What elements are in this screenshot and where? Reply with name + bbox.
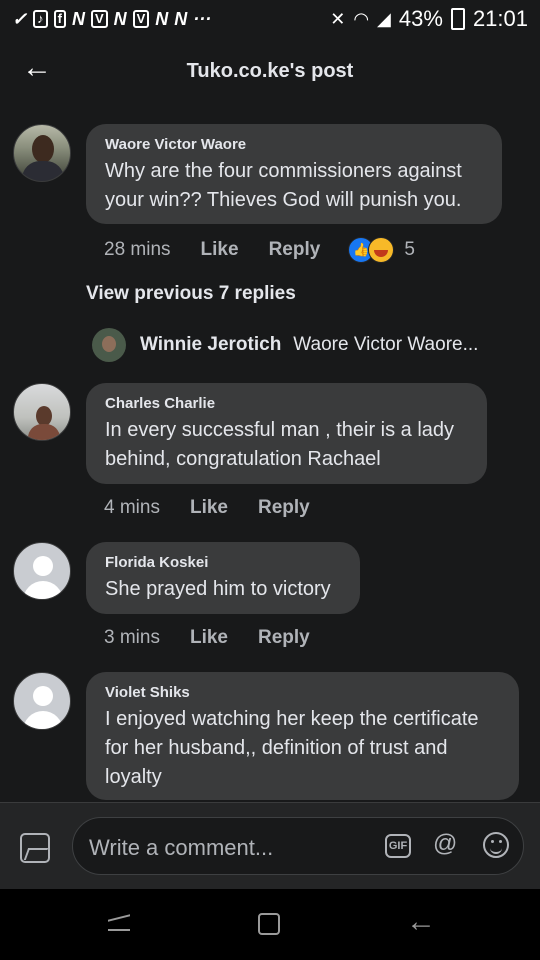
avatar-head: [33, 686, 53, 706]
reply-text: Waore Victor Waore...: [293, 334, 479, 355]
header: ← Tuko.co.ke's post: [0, 48, 540, 94]
avatar-face: [32, 135, 54, 163]
comment-author[interactable]: Charles Charlie: [105, 395, 467, 412]
avatar[interactable]: [13, 383, 71, 441]
more-icon: ···: [193, 8, 212, 29]
avatar[interactable]: [13, 672, 71, 730]
reply-author: Winnie Jerotich: [140, 334, 282, 355]
comment-text: In every successful man , their is a lad…: [105, 419, 455, 470]
comment-composer: Write a comment... GIF @: [0, 803, 540, 889]
comment-time: 4 mins: [104, 497, 160, 518]
mention-icon[interactable]: @: [433, 830, 457, 858]
mute-icon: ✕: [330, 8, 346, 29]
comment-author[interactable]: Florida Koskei: [105, 554, 340, 571]
reply-button[interactable]: Reply: [269, 239, 321, 261]
like-button[interactable]: Like: [190, 627, 228, 649]
system-nav-bar: ←: [0, 889, 540, 960]
avatar-shoulders: [23, 581, 63, 599]
battery-icon: [450, 8, 465, 30]
reply-button[interactable]: Reply: [258, 627, 310, 649]
n-icon: N: [174, 8, 188, 29]
clock: 21:01: [472, 6, 528, 31]
home-icon[interactable]: [258, 913, 280, 935]
wifi-icon: ◠: [353, 8, 370, 29]
back-icon[interactable]: ←: [406, 905, 436, 939]
comment-author[interactable]: Waore Victor Waore: [105, 136, 482, 153]
comment-input[interactable]: Write a comment... GIF @: [72, 817, 524, 875]
comment-time: 3 mins: [104, 627, 160, 648]
emoji-icon[interactable]: [483, 832, 509, 858]
reaction-count: 5: [404, 239, 415, 260]
comment-meta: 3 mins Like Reply: [104, 627, 340, 649]
facebook-icon: f: [53, 10, 66, 28]
recent-apps-icon[interactable]: [108, 915, 132, 935]
reply-preview[interactable]: Winnie Jerotich Waore Victor Waore...: [92, 328, 478, 362]
avatar-head: [33, 556, 53, 576]
n-icon: N: [113, 8, 127, 29]
comment-time: 28 mins: [104, 239, 171, 260]
comment-bubble[interactable]: Violet Shiks I enjoyed watching her keep…: [86, 672, 519, 800]
n-icon: N: [155, 8, 169, 29]
check-icon: ✓: [12, 8, 28, 29]
comment-author[interactable]: Violet Shiks: [105, 684, 499, 701]
comment-bubble[interactable]: Florida Koskei She prayed him to victory: [86, 542, 360, 614]
photo-icon[interactable]: [20, 833, 50, 863]
comment-meta: 28 mins Like Reply 👍 5: [104, 237, 415, 263]
signal-icon: ◢: [377, 8, 391, 29]
like-button[interactable]: Like: [201, 239, 239, 261]
avatar: [92, 328, 126, 362]
status-bar: ✓ ♪ f N V N V N N ··· ✕ ◠ ◢ 43% 21:01: [0, 0, 540, 38]
haha-reaction-icon: [368, 237, 395, 263]
comment-bubble[interactable]: Charles Charlie In every successful man …: [86, 383, 487, 484]
avatar-shoulders: [23, 711, 63, 729]
battery-percent: 43%: [398, 6, 443, 31]
comment-text: I enjoyed watching her keep the certific…: [105, 708, 479, 788]
comment-meta: 4 mins Like Reply: [104, 497, 340, 519]
comment-text: She prayed him to victory: [105, 578, 331, 600]
like-button[interactable]: Like: [190, 497, 228, 519]
v-icon: V: [90, 10, 108, 28]
reaction-summary[interactable]: 👍 5: [348, 237, 415, 263]
gif-icon[interactable]: GIF: [385, 834, 411, 858]
comment-text: Why are the four commissioners against y…: [105, 160, 462, 211]
status-right: ✕ ◠ ◢ 43% 21:01: [330, 6, 528, 32]
avatar-face: [36, 406, 52, 426]
page-title: Tuko.co.ke's post: [186, 60, 354, 82]
n-icon: N: [71, 8, 85, 29]
reply-button[interactable]: Reply: [258, 497, 310, 519]
comment-bubble[interactable]: Waore Victor Waore Why are the four comm…: [86, 124, 502, 224]
tiktok-icon: ♪: [33, 10, 48, 28]
avatar[interactable]: [13, 542, 71, 600]
comment-placeholder: Write a comment...: [89, 835, 274, 860]
v-icon: V: [132, 10, 150, 28]
avatar-shirt: [28, 424, 60, 440]
status-icons: ✓ ♪ f N V N V N N ···: [12, 9, 211, 30]
avatar-shirt: [22, 161, 64, 181]
view-previous-replies[interactable]: View previous 7 replies: [86, 283, 296, 305]
avatar[interactable]: [13, 124, 71, 182]
